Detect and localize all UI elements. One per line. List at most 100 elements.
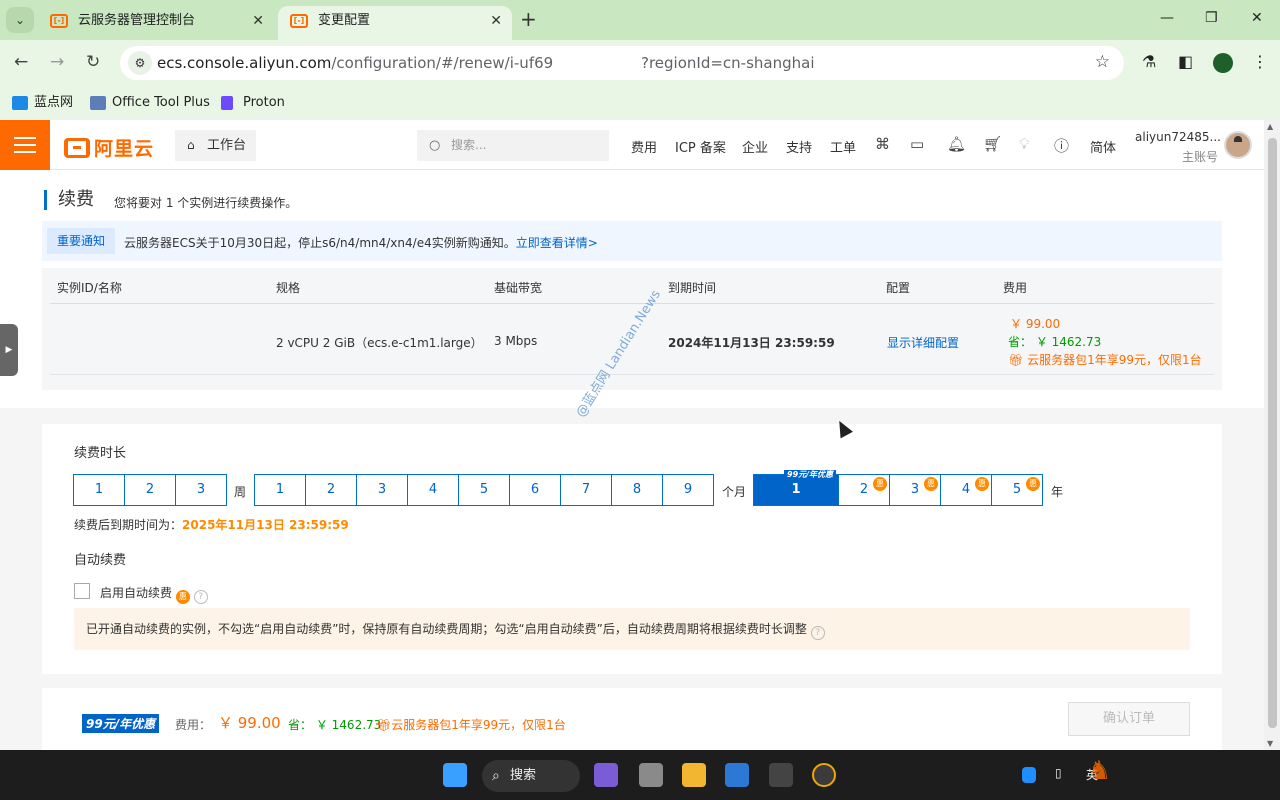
col-bandwidth: 基础带宽 — [494, 281, 543, 295]
bookmark-star-icon[interactable]: ☆ — [1095, 52, 1110, 72]
cart-icon[interactable]: 🛒︎ — [983, 135, 1002, 153]
week-option[interactable]: 3 — [176, 475, 226, 505]
profile-avatar-icon[interactable] — [1213, 53, 1233, 73]
language-switch[interactable]: 简体 — [1090, 137, 1116, 156]
terminal-icon[interactable]: ▭ — [910, 135, 924, 153]
col-expire: 到期时间 — [668, 281, 717, 295]
tab-search-dropdown-icon[interactable]: ⌄ — [6, 7, 34, 33]
bookmark-landian[interactable]: 蓝点网 — [12, 93, 73, 113]
browser-toolbar: ← → ↻ ⚙ ecs.console.aliyun.com/configura… — [0, 40, 1280, 86]
new-tab-plus-icon[interactable]: + — [520, 8, 537, 30]
month-option[interactable]: 5 — [459, 475, 510, 505]
week-selector: 1 2 3 — [73, 474, 227, 506]
search-icon: ⌕ — [492, 768, 500, 784]
col-spec: 规格 — [276, 281, 301, 295]
workbench-button[interactable]: ⌂ 工作台 — [175, 130, 256, 161]
month-option[interactable]: 6 — [510, 475, 561, 505]
bookmark-label: Proton — [243, 95, 285, 110]
promo-badge: 99元/年优惠 — [82, 714, 160, 733]
nav-ticket[interactable]: 工单 — [830, 137, 856, 156]
store-icon[interactable] — [725, 763, 749, 787]
hamburger-menu-icon[interactable] — [0, 120, 50, 170]
office-tool-icon — [90, 96, 106, 110]
month-option[interactable]: 9 — [663, 475, 713, 505]
chrome-canary-icon[interactable] — [812, 763, 836, 787]
aliyun-logo[interactable]: 阿里云 — [64, 134, 154, 161]
month-selector: 1 2 3 4 5 6 7 8 9 — [254, 474, 714, 506]
help-icon[interactable]: ⓘ — [1054, 135, 1069, 156]
start-windows-icon[interactable] — [443, 763, 467, 787]
aliyun-favicon-icon: [-] — [290, 14, 308, 28]
month-option[interactable]: 8 — [612, 475, 663, 505]
close-tab-icon[interactable]: ✕ — [252, 6, 264, 36]
browser-tab-change-config[interactable]: [-] 变更配置 ✕ — [278, 6, 512, 40]
nav-icp[interactable]: ICP 备案 — [675, 137, 726, 156]
week-option[interactable]: 2 — [125, 475, 176, 505]
help-circle-icon[interactable]: ? — [193, 590, 208, 604]
tray-app-icon[interactable] — [1022, 767, 1036, 783]
month-option[interactable]: 3 — [357, 475, 408, 505]
promo-badge: 99元/年优惠 — [784, 470, 837, 480]
month-option[interactable]: 4 — [408, 475, 459, 505]
bell-icon[interactable]: 🔔︎ — [947, 135, 966, 153]
bookmark-proton[interactable]: Proton — [221, 93, 285, 113]
month-option[interactable]: 7 — [561, 475, 612, 505]
page-scrollbar[interactable]: ▲ ▼ — [1264, 120, 1280, 750]
copilot-icon[interactable] — [594, 763, 618, 787]
scroll-down-icon[interactable]: ▼ — [1267, 739, 1273, 748]
file-explorer-icon[interactable] — [682, 763, 706, 787]
nav-enterprise[interactable]: 企业 — [742, 137, 768, 156]
task-view-icon[interactable] — [639, 763, 663, 787]
year-option-selected[interactable]: 1 99元/年优惠 — [754, 470, 839, 505]
auto-renew-checkbox-label[interactable]: 启用自动续费 惠 ? — [100, 584, 208, 604]
side-panel-toggle[interactable]: ▶ — [0, 324, 18, 376]
labs-flask-icon[interactable]: ⚗ — [1142, 52, 1156, 71]
auto-renew-checkbox[interactable] — [74, 583, 90, 599]
discount-badge-icon: 惠 — [1026, 477, 1040, 491]
back-arrow-icon[interactable]: ← — [14, 52, 28, 72]
browser-tab-ecs-console[interactable]: [-] 云服务器管理控制台 ✕ — [38, 6, 274, 40]
scroll-up-icon[interactable]: ▲ — [1267, 122, 1273, 131]
taskbar-search-label: 搜索 — [510, 768, 537, 783]
year-option[interactable]: 3惠 — [890, 475, 941, 505]
discount-badge-icon: 惠 — [175, 590, 190, 604]
tab-title: 变更配置 — [318, 13, 371, 28]
nav-support[interactable]: 支持 — [786, 137, 812, 156]
user-account[interactable]: aliyun72485... 主账号 — [1135, 130, 1221, 164]
year-option[interactable]: 2惠 — [839, 475, 890, 505]
terminal-app-icon[interactable] — [769, 763, 793, 787]
package-note: 🎁︎云服务器包1年享99元，仅限1台 — [376, 718, 566, 732]
cloud-shell-icon[interactable]: ⌘ — [875, 135, 890, 153]
forward-arrow-icon[interactable]: → — [50, 52, 64, 72]
month-unit: 个月 — [722, 485, 747, 499]
tray-clipboard-icon[interactable]: ▯ — [1055, 766, 1062, 780]
minimize-icon[interactable]: — — [1160, 10, 1174, 26]
bookmark-office-tool-plus[interactable]: Office Tool Plus — [90, 93, 210, 113]
console-search-input[interactable]: ○ 搜索... — [417, 130, 609, 161]
help-circle-icon[interactable]: ? — [810, 626, 825, 640]
lightbulb-icon[interactable]: 💡︎ — [1019, 135, 1030, 153]
address-bar[interactable]: ⚙ ecs.console.aliyun.com/configuration/#… — [120, 46, 1124, 80]
window-close-icon[interactable]: ✕ — [1251, 10, 1263, 26]
confirm-order-button[interactable]: 确认订单 — [1068, 702, 1190, 736]
page-content: 阿里云 ⌂ 工作台 ○ 搜索... 费用 ICP 备案 企业 支持 工单 ⌘ ▭… — [0, 120, 1264, 750]
year-option[interactable]: 5惠 — [992, 475, 1042, 505]
taskbar-search[interactable]: ⌕ 搜索 — [482, 760, 580, 792]
year-option[interactable]: 4惠 — [941, 475, 992, 505]
nav-fee[interactable]: 费用 — [631, 137, 657, 156]
site-info-icon[interactable]: ⚙ — [128, 51, 152, 75]
week-option[interactable]: 1 — [74, 475, 125, 505]
avatar[interactable] — [1224, 131, 1252, 159]
fee-value: ￥ 99.00 — [218, 714, 281, 732]
notice-details-link[interactable]: 立即查看详情> — [516, 236, 598, 250]
bookmarks-bar: 蓝点网 Office Tool Plus Proton — [0, 86, 1280, 120]
reload-icon[interactable]: ↻ — [86, 52, 100, 72]
restore-icon[interactable]: ❐ — [1205, 10, 1218, 26]
month-option[interactable]: 2 — [306, 475, 357, 505]
month-option[interactable]: 1 — [255, 475, 306, 505]
close-tab-icon[interactable]: ✕ — [490, 6, 502, 36]
scrollbar-thumb[interactable] — [1268, 138, 1277, 728]
show-config-link[interactable]: 显示详细配置 — [887, 334, 959, 351]
side-panel-icon[interactable]: ◧ — [1178, 52, 1193, 71]
more-menu-icon[interactable]: ⋮ — [1252, 52, 1268, 71]
